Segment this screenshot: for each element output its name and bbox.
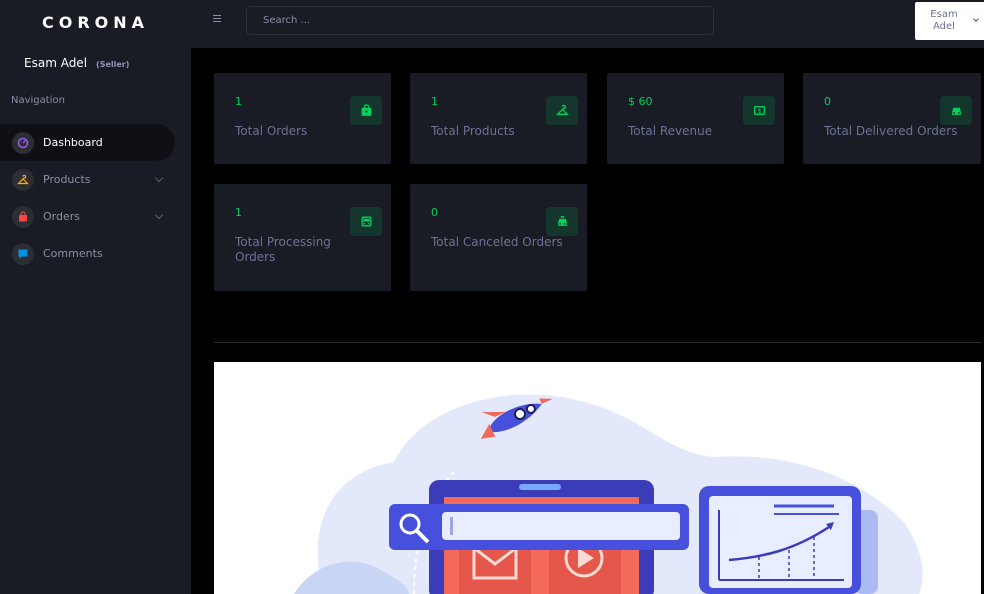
stat-value: $ 60 bbox=[628, 95, 653, 108]
svg-text:$: $ bbox=[757, 108, 761, 115]
stat-value: 0 bbox=[824, 95, 831, 108]
user-name-last: Adel bbox=[933, 21, 955, 32]
sidebar-item-label: Dashboard bbox=[43, 136, 103, 149]
stat-label: Total Delivered Orders bbox=[824, 124, 958, 138]
menu-toggle-icon[interactable] bbox=[213, 15, 222, 24]
speedometer-icon bbox=[12, 131, 34, 154]
brand-logo[interactable]: CORONA bbox=[0, 0, 191, 44]
stat-label: Total Processing Orders bbox=[235, 235, 331, 264]
sidebar-item-comments[interactable]: Comments bbox=[0, 235, 191, 272]
stat-label: Total Products bbox=[431, 124, 515, 138]
bag-icon bbox=[12, 205, 34, 228]
hero-illustration bbox=[214, 362, 981, 594]
cash-icon: $ bbox=[743, 96, 775, 125]
stat-card-total-orders: 1 Total Orders bbox=[214, 73, 391, 164]
nav-menu: Dashboard Products Orders Comments bbox=[0, 124, 191, 272]
stat-card-total-products: 1 Total Products bbox=[410, 73, 587, 164]
shopping-bag-icon bbox=[350, 96, 382, 125]
sidebar-item-products[interactable]: Products bbox=[0, 161, 191, 198]
stat-value: 1 bbox=[431, 95, 438, 108]
bus-icon bbox=[350, 207, 382, 236]
chevron-down-icon bbox=[154, 210, 164, 220]
stat-card-total-processing-orders: 1 Total Processing Orders bbox=[214, 184, 391, 291]
stat-label: Total Canceled Orders bbox=[431, 235, 563, 249]
profile-name: Esam Adel bbox=[24, 56, 88, 70]
topbar: Esam Adel bbox=[191, 0, 984, 48]
car-icon bbox=[940, 96, 972, 125]
search-input[interactable] bbox=[246, 6, 714, 35]
sidebar-item-dashboard[interactable]: Dashboard bbox=[0, 124, 175, 161]
nav-category-title: Navigation bbox=[11, 95, 65, 106]
sidebar-item-label: Comments bbox=[43, 247, 103, 260]
taxi-icon bbox=[546, 207, 578, 236]
sidebar: CORONA Esam Adel (Seller) Navigation Das… bbox=[0, 0, 191, 594]
stat-card-total-revenue: $ 60 Total Revenue $ bbox=[607, 73, 784, 164]
stat-value: 1 bbox=[235, 206, 242, 219]
sidebar-item-label: Products bbox=[43, 173, 91, 186]
stat-card-total-canceled-orders: 0 Total Canceled Orders bbox=[410, 184, 587, 291]
stat-value: 0 bbox=[431, 206, 438, 219]
user-name-first: Esam bbox=[930, 9, 958, 20]
chat-icon bbox=[12, 242, 34, 265]
stat-value: 1 bbox=[235, 95, 242, 108]
user-menu-button[interactable]: Esam Adel bbox=[915, 2, 984, 40]
stat-label: Total Revenue bbox=[628, 124, 713, 138]
chevron-down-icon bbox=[973, 16, 979, 22]
section-divider bbox=[214, 342, 981, 343]
hanger-icon bbox=[546, 96, 578, 125]
stat-card-total-delivered-orders: 0 Total Delivered Orders bbox=[803, 73, 981, 164]
sidebar-item-orders[interactable]: Orders bbox=[0, 198, 191, 235]
sidebar-item-label: Orders bbox=[43, 210, 80, 223]
stat-label: Total Orders bbox=[235, 124, 308, 138]
hanger-icon bbox=[12, 168, 34, 191]
brand-name[interactable]: CORONA bbox=[42, 13, 149, 32]
profile: Esam Adel (Seller) bbox=[24, 56, 129, 70]
marketing-illustration bbox=[294, 394, 923, 594]
profile-role: (Seller) bbox=[96, 60, 130, 69]
chevron-down-icon bbox=[154, 173, 164, 183]
